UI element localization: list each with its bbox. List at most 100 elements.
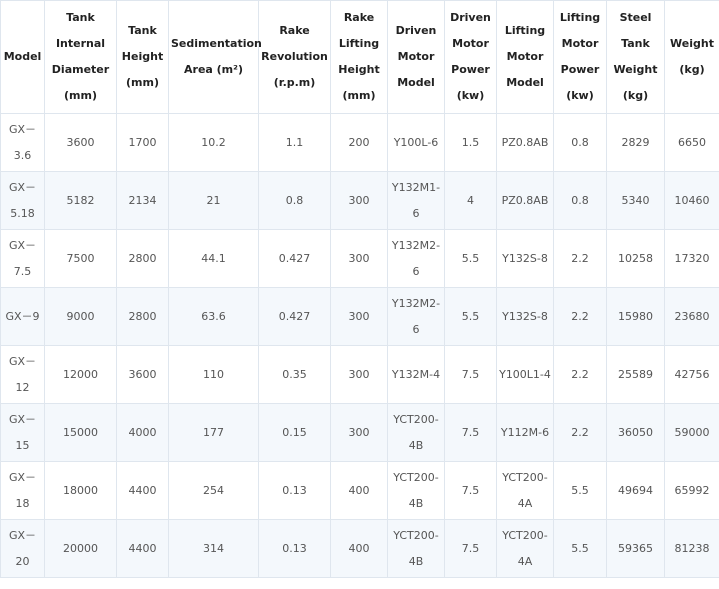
cell-driven-model: YCT200- 4B — [387, 519, 445, 578]
cell-weight: 81238 — [664, 519, 719, 578]
cell-weight: 6650 — [664, 113, 719, 172]
cell-diameter: 7500 — [44, 229, 117, 288]
cell-area: 254 — [168, 461, 259, 520]
cell-steel-weight: 25589 — [606, 345, 665, 404]
cell-area: 110 — [168, 345, 259, 404]
cell-lifting-power: 2.2 — [553, 229, 607, 288]
cell-lifting-model: Y112M-6 — [496, 403, 554, 462]
cell-height: 3600 — [116, 345, 169, 404]
table-row: GX－ 5.18 5182 2134 21 0.8 300 Y132M1- 6 … — [0, 171, 719, 230]
cell-driven-power: 5.5 — [444, 229, 497, 288]
cell-model: GX－ 5.18 — [0, 171, 45, 230]
header-tank-internal-diameter: Tank Internal Diameter (mm) — [44, 0, 117, 114]
header-driven-motor-power: Driven Motor Power (kw) — [444, 0, 497, 114]
cell-lifting-height: 400 — [330, 519, 388, 578]
cell-lifting-power: 2.2 — [553, 403, 607, 462]
cell-model: GX－ 7.5 — [0, 229, 45, 288]
cell-lifting-height: 400 — [330, 461, 388, 520]
cell-driven-model: YCT200- 4B — [387, 461, 445, 520]
cell-diameter: 15000 — [44, 403, 117, 462]
cell-steel-weight: 59365 — [606, 519, 665, 578]
cell-lifting-model: YCT200- 4A — [496, 519, 554, 578]
cell-model: GX－ 15 — [0, 403, 45, 462]
table-row: GX－ 15 15000 4000 177 0.15 300 YCT200- 4… — [0, 403, 719, 462]
table-row: GX－ 7.5 7500 2800 44.1 0.427 300 Y132M2-… — [0, 229, 719, 288]
cell-revolution: 0.427 — [258, 229, 331, 288]
cell-diameter: 3600 — [44, 113, 117, 172]
header-driven-motor-model: Driven Motor Model — [387, 0, 445, 114]
cell-weight: 42756 — [664, 345, 719, 404]
cell-steel-weight: 36050 — [606, 403, 665, 462]
cell-lifting-model: PZ0.8AB — [496, 171, 554, 230]
cell-model: GX－ 20 — [0, 519, 45, 578]
header-tank-height: Tank Height (mm) — [116, 0, 169, 114]
cell-diameter: 12000 — [44, 345, 117, 404]
table-row: GX－9 9000 2800 63.6 0.427 300 Y132M2- 6 … — [0, 287, 719, 346]
cell-lifting-model: PZ0.8AB — [496, 113, 554, 172]
cell-lifting-height: 300 — [330, 403, 388, 462]
header-sedimentation-area: Sedimentation Area (m²) — [168, 0, 262, 114]
cell-revolution: 0.13 — [258, 519, 331, 578]
cell-area: 21 — [168, 171, 259, 230]
table-row: GX－ 3.6 3600 1700 10.2 1.1 200 Y100L-6 1… — [0, 113, 719, 172]
cell-diameter: 18000 — [44, 461, 117, 520]
cell-driven-power: 7.5 — [444, 519, 497, 578]
cell-driven-model: Y132M-4 — [387, 345, 445, 404]
header-rake-revolution: Rake Revolution (r.p.m) — [258, 0, 331, 114]
cell-driven-power: 4 — [444, 171, 497, 230]
cell-lifting-power: 5.5 — [553, 519, 607, 578]
cell-weight: 65992 — [664, 461, 719, 520]
cell-driven-power: 7.5 — [444, 403, 497, 462]
header-steel-tank-weight: Steel Tank Weight (kg) — [606, 0, 665, 114]
cell-driven-model: Y132M2- 6 — [387, 287, 445, 346]
cell-driven-power: 5.5 — [444, 287, 497, 346]
cell-lifting-height: 300 — [330, 171, 388, 230]
cell-lifting-power: 0.8 — [553, 171, 607, 230]
cell-lifting-power: 2.2 — [553, 345, 607, 404]
cell-lifting-power: 0.8 — [553, 113, 607, 172]
cell-steel-weight: 49694 — [606, 461, 665, 520]
cell-driven-model: Y132M2- 6 — [387, 229, 445, 288]
cell-area: 10.2 — [168, 113, 259, 172]
cell-model: GX－ 12 — [0, 345, 45, 404]
cell-lifting-model: YCT200- 4A — [496, 461, 554, 520]
table-row: GX－ 18 18000 4400 254 0.13 400 YCT200- 4… — [0, 461, 719, 520]
cell-driven-power: 1.5 — [444, 113, 497, 172]
cell-revolution: 0.13 — [258, 461, 331, 520]
cell-area: 44.1 — [168, 229, 259, 288]
cell-weight: 59000 — [664, 403, 719, 462]
cell-revolution: 1.1 — [258, 113, 331, 172]
cell-height: 2800 — [116, 229, 169, 288]
cell-height: 4000 — [116, 403, 169, 462]
cell-steel-weight: 15980 — [606, 287, 665, 346]
cell-lifting-power: 2.2 — [553, 287, 607, 346]
cell-steel-weight: 5340 — [606, 171, 665, 230]
cell-revolution: 0.35 — [258, 345, 331, 404]
cell-model: GX－ 18 — [0, 461, 45, 520]
cell-driven-model: Y100L-6 — [387, 113, 445, 172]
cell-lifting-height: 300 — [330, 287, 388, 346]
cell-area: 314 — [168, 519, 259, 578]
cell-diameter: 20000 — [44, 519, 117, 578]
cell-height: 2800 — [116, 287, 169, 346]
cell-height: 4400 — [116, 461, 169, 520]
cell-model: GX－ 3.6 — [0, 113, 45, 172]
cell-lifting-model: Y100L1-4 — [496, 345, 554, 404]
cell-weight: 23680 — [664, 287, 719, 346]
cell-lifting-height: 200 — [330, 113, 388, 172]
cell-driven-model: Y132M1- 6 — [387, 171, 445, 230]
cell-lifting-power: 5.5 — [553, 461, 607, 520]
cell-steel-weight: 10258 — [606, 229, 665, 288]
header-lifting-motor-model: Lifting Motor Model — [496, 0, 554, 114]
table-row: GX－ 20 20000 4400 314 0.13 400 YCT200- 4… — [0, 519, 719, 578]
cell-model: GX－9 — [0, 287, 45, 346]
cell-area: 63.6 — [168, 287, 259, 346]
cell-area: 177 — [168, 403, 259, 462]
cell-diameter: 9000 — [44, 287, 117, 346]
cell-weight: 17320 — [664, 229, 719, 288]
cell-revolution: 0.15 — [258, 403, 331, 462]
header-rake-lifting-height: Rake Lifting Height (mm) — [330, 0, 388, 114]
cell-driven-power: 7.5 — [444, 345, 497, 404]
cell-driven-power: 7.5 — [444, 461, 497, 520]
cell-revolution: 0.8 — [258, 171, 331, 230]
